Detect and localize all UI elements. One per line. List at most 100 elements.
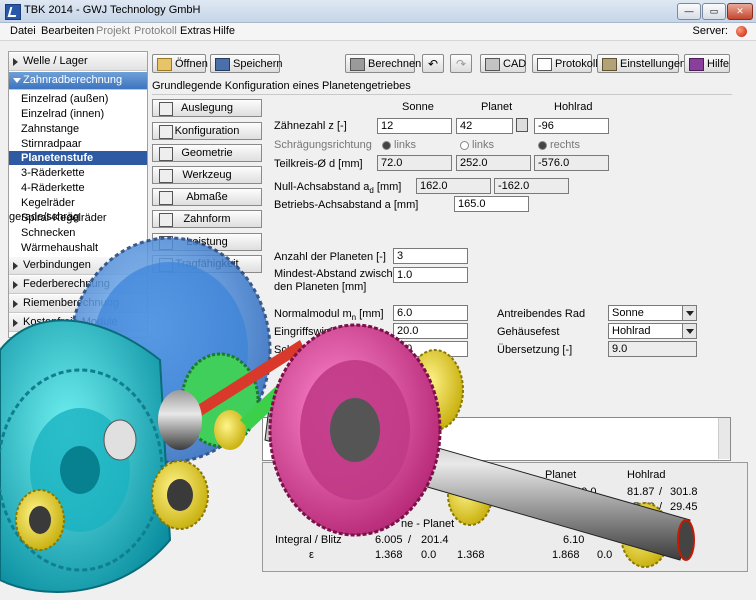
sidebar-item-kegelraeder[interactable]: Kegelräder gerade/schräg xyxy=(9,196,147,223)
helix-ring-radio[interactable] xyxy=(538,141,547,150)
nav-auslegung[interactable]: Auslegung xyxy=(152,99,262,117)
menu-projekt[interactable]: Projekt xyxy=(96,25,130,37)
normal-module-field[interactable]: 6.0 xyxy=(393,305,468,321)
server-label: Server: xyxy=(692,25,728,37)
nav-werkzeug[interactable]: Werkzeug xyxy=(152,166,262,184)
sidebar-section-kostenfrei[interactable]: Kostenfreie Module xyxy=(9,313,147,332)
tooth-profile-icon xyxy=(159,213,173,227)
overlap-v4: 1.868 xyxy=(552,549,580,561)
protocol-button[interactable]: Protokoll xyxy=(532,54,598,73)
num-planets-field[interactable]: 3 xyxy=(393,248,468,264)
message-textarea[interactable] xyxy=(262,417,731,461)
gear-tool-icon xyxy=(159,169,173,183)
help-book-icon xyxy=(689,58,704,71)
pitch-planet-field: 252.0 xyxy=(456,155,531,171)
helix-sun-radio[interactable] xyxy=(382,141,391,150)
cad-button[interactable]: CAD xyxy=(480,54,526,73)
maximize-button[interactable]: ▭ xyxy=(702,3,726,20)
minimize-button[interactable]: — xyxy=(677,3,701,20)
floppy-disk-icon xyxy=(215,58,230,71)
app-logo-icon xyxy=(5,4,21,20)
menu-datei[interactable]: Datei xyxy=(10,25,36,37)
sidebar-item-einzelrad-aussen[interactable]: Einzelrad (außen) xyxy=(9,92,147,106)
normal-module-label: Normalmodul mn [mm] xyxy=(274,308,384,323)
window-title: TBK 2014 - GWJ Technology GmbH xyxy=(24,4,201,16)
results-table: Planet Hohlrad 70.87 / 209.0 81.87 / 301… xyxy=(262,462,748,572)
drive-wheel-select[interactable]: Sonne xyxy=(608,305,697,321)
integral-label: Integral / Blitz xyxy=(275,534,342,546)
expand-arrow-icon xyxy=(13,300,18,308)
server-status-icon xyxy=(736,26,747,37)
message-scrollbar[interactable] xyxy=(718,418,730,459)
pitch-sun-field: 72.0 xyxy=(377,155,452,171)
open-button[interactable]: Öffnen xyxy=(152,54,208,73)
close-button[interactable]: ✕ xyxy=(727,3,753,20)
helix-angle-field[interactable]: 0.0 xyxy=(393,341,468,357)
operating-center-distance-label: Betriebs-Achsabstand a [mm] xyxy=(274,199,419,211)
helix-angle-label: Schrägungswinkel β [°] xyxy=(274,344,387,356)
results-pair-label: ne - Planet xyxy=(401,518,455,530)
calculate-button[interactable]: Berechnen xyxy=(345,54,421,73)
housing-fixed-select[interactable]: Hohlrad xyxy=(608,323,697,339)
sidebar-section-feder[interactable]: Federberechnung xyxy=(9,275,147,294)
help-button[interactable]: Hilfe xyxy=(684,54,730,73)
save-button[interactable]: Speichern xyxy=(210,54,283,73)
sidebar-section-zahnrad[interactable]: Zahnradberechnung xyxy=(9,71,147,90)
results-row1-sep1: / xyxy=(558,486,562,498)
sidebar-section-verbindungen[interactable]: Verbindungen xyxy=(9,256,147,275)
pitch-diameter-label: Teilkreis-Ø d [mm] xyxy=(274,158,363,170)
teeth-ring-field[interactable]: -96 xyxy=(534,118,609,134)
min-distance-label-1: Mindest-Abstand zwischen xyxy=(274,268,405,280)
module-sidebar: Welle / Lager Zahnradberechnung Einzelra… xyxy=(8,51,148,338)
sidebar-item-waermehaushalt[interactable]: Wärmehaushalt xyxy=(9,241,147,255)
zero-center-field-2: -162.0 xyxy=(494,178,569,194)
integral-v2: 201.4 xyxy=(421,534,449,546)
sidebar-item-planetenstufe[interactable]: Planetenstufe xyxy=(9,151,147,165)
column-header-ring: Hohlrad xyxy=(554,101,593,113)
min-distance-field[interactable]: 1.0 xyxy=(393,267,468,283)
housing-fixed-label: Gehäusefest xyxy=(497,326,560,338)
results-row2-v2: 29.45 xyxy=(670,501,698,513)
results-row1-sep2: / xyxy=(659,486,663,498)
undo-button[interactable]: ↶ xyxy=(422,54,444,73)
operating-center-field[interactable]: 165.0 xyxy=(454,196,529,212)
sidebar-item-einzelrad-innen[interactable]: Einzelrad (innen) xyxy=(9,107,147,121)
sidebar-item-stirnradpaar[interactable]: Stirnradpaar xyxy=(9,137,147,151)
teeth-planet-field[interactable]: 42 xyxy=(456,118,513,134)
sidebar-item-4-raederkette[interactable]: 4-Räderkette xyxy=(9,181,147,195)
sidebar-item-zahnstange[interactable]: Zahnstange xyxy=(9,122,147,136)
sidebar-item-spiral-kegelraeder[interactable]: Spiral-Kegelräder xyxy=(9,211,147,225)
sidebar-item-schnecken[interactable]: Schnecken xyxy=(9,226,147,240)
sidebar-item-3-raederkette[interactable]: 3-Räderkette xyxy=(9,166,147,180)
helix-planet-radio[interactable] xyxy=(460,141,469,150)
nav-zahnform[interactable]: Zahnform xyxy=(152,210,262,228)
menu-extras[interactable]: Extras xyxy=(180,25,211,37)
sidebar-section-welle[interactable]: Welle / Lager xyxy=(9,52,147,71)
teeth-sun-field[interactable]: 12 xyxy=(377,118,452,134)
nav-leistung[interactable]: Leistung xyxy=(152,233,262,251)
menu-bearbeiten[interactable]: Bearbeiten xyxy=(41,25,94,37)
divider xyxy=(152,94,732,95)
results-header-ring: Hohlrad xyxy=(627,469,666,481)
column-header-planet: Planet xyxy=(481,101,513,113)
load-capacity-icon xyxy=(159,258,173,272)
nav-abmasse[interactable]: Abmaße xyxy=(152,188,262,206)
column-header-sun: Sonne xyxy=(402,101,434,113)
zero-center-field-1: 162.0 xyxy=(416,178,491,194)
integral-sep: / xyxy=(408,534,412,546)
nav-tragfaehigkeit[interactable]: Tragfähigkeit xyxy=(152,255,262,273)
overlap-label: ε xyxy=(309,549,314,561)
menu-hilfe[interactable]: Hilfe xyxy=(213,25,235,37)
lock-icon[interactable] xyxy=(516,118,528,132)
nav-konfiguration[interactable]: Konfiguration xyxy=(152,122,262,140)
dimension-icon xyxy=(159,191,173,205)
pressure-angle-field[interactable]: 20.0 xyxy=(393,323,468,339)
redo-button[interactable]: ↷ xyxy=(450,54,472,73)
nav-geometrie[interactable]: Geometrie xyxy=(152,144,262,162)
settings-button[interactable]: Einstellungen xyxy=(597,54,686,73)
section-title: Grundlegende Konfiguration eines Planete… xyxy=(152,80,411,92)
menu-bar: Datei Bearbeiten Projekt Protokoll Extra… xyxy=(0,23,756,41)
steel-hub xyxy=(103,390,202,461)
sidebar-section-riemen[interactable]: Riemenberechnung xyxy=(9,294,147,313)
menu-protokoll[interactable]: Protokoll xyxy=(134,25,177,37)
